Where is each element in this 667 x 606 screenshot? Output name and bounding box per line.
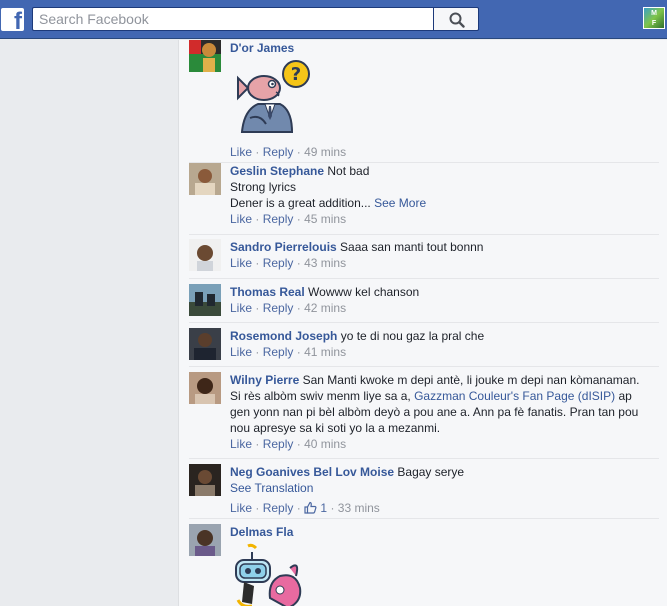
reply-link[interactable]: Reply (263, 301, 294, 315)
separator: · (255, 212, 260, 226)
search-button[interactable] (433, 7, 479, 31)
avatar[interactable] (189, 524, 221, 556)
left-rail (0, 40, 178, 606)
reply-link[interactable]: Reply (263, 212, 294, 226)
comment-text-line: gen yonn nan pi bèl albòm deyò a pou ane… (230, 405, 639, 419)
comment-text: Bagay serye (397, 465, 465, 479)
reply-link[interactable]: Reply (263, 345, 294, 359)
timestamp[interactable]: · 43 mins (297, 256, 346, 270)
divider (189, 518, 659, 519)
comment-author[interactable]: Neg Goanives Bel Lov Moise (230, 465, 394, 479)
comment-text-line: Wilny Pierre San Manti kwoke m depi antè… (230, 372, 655, 388)
comment-actions: Like · Reply · 42 mins (230, 300, 655, 316)
reply-link[interactable]: Reply (263, 145, 294, 159)
comment-text: yo te di nou gaz la pral che (340, 329, 485, 343)
comments-feed: D'or James ? Like · Reply · 49 mins Gesl… (178, 40, 667, 606)
avatar[interactable] (189, 163, 221, 195)
comment-author[interactable]: D'or James (230, 41, 294, 55)
like-link[interactable]: Like (230, 345, 252, 359)
separator: · (255, 256, 260, 270)
svg-text:?: ? (291, 64, 301, 85)
avatar[interactable] (189, 464, 221, 496)
comment-actions: Like · Reply · 40 mins (230, 436, 655, 452)
comment-text: Saaa san manti tout bonnn (340, 240, 484, 254)
separator: · (255, 145, 260, 159)
profile-badge-line1: M (651, 10, 657, 17)
avatar[interactable] (189, 328, 221, 360)
timestamp[interactable]: · 42 mins (297, 301, 346, 315)
search-icon (449, 12, 465, 28)
like-link[interactable]: Like (230, 256, 252, 270)
timestamp[interactable]: · 40 mins (297, 437, 346, 451)
separator: · (255, 437, 260, 451)
timestamp[interactable]: · 49 mins (297, 145, 346, 159)
timestamp[interactable]: · 45 mins (297, 212, 346, 226)
comment-text: Dener is a great addition... (230, 196, 371, 210)
comment-author[interactable]: Geslin Stephane (230, 164, 324, 178)
comment-actions: Like · Reply · 43 mins (230, 255, 655, 271)
comment-author[interactable]: Delmas Fla (230, 525, 293, 539)
divider (189, 278, 659, 279)
divider (189, 366, 659, 367)
see-translation-link[interactable]: See Translation (230, 481, 313, 495)
separator: · (255, 345, 260, 359)
timestamp[interactable]: · 33 mins (330, 501, 379, 515)
comment-text-line: Neg Goanives Bel Lov Moise Bagay serye (230, 464, 655, 480)
diver-bird-sticker (230, 542, 655, 606)
profile-thumbnail[interactable]: M F (643, 7, 665, 29)
comment-text-line: Thomas Real Wowww kel chanson (230, 284, 655, 300)
comment-text-line: Geslin Stephane Not bad (230, 163, 655, 179)
like-link[interactable]: Like (230, 301, 252, 315)
comment-text: Si rès albòm swiv menm liye sa a, (230, 389, 411, 403)
comment-actions: Like · Reply · 1 · 33 mins (230, 500, 655, 516)
comment-text-line: Rosemond Joseph yo te di nou gaz la pral… (230, 328, 655, 344)
comment-actions: Like · Reply · 49 mins (230, 144, 655, 160)
divider (189, 458, 659, 459)
search-input[interactable] (32, 7, 433, 31)
separator: · (255, 501, 260, 515)
separator: · (296, 501, 301, 515)
comment-text-line: See Translation (230, 480, 655, 496)
thumbs-up-icon (304, 501, 317, 514)
likes-count[interactable]: 1 (320, 501, 327, 515)
timestamp[interactable]: · 41 mins (297, 345, 346, 359)
comment-actions: Like · Reply · 45 mins (230, 211, 655, 227)
comment-text-line: Si rès albòm swiv menm liye sa a, Gazzma… (230, 388, 655, 404)
comment-author[interactable]: Sandro Pierrelouis (230, 240, 337, 254)
like-link[interactable]: Like (230, 212, 252, 226)
comment-author[interactable]: Thomas Real (230, 285, 305, 299)
comment-text-line: Sandro Pierrelouis Saaa san manti tout b… (230, 239, 655, 255)
profile-badge-line2: F (651, 20, 657, 27)
comment-author[interactable]: Rosemond Joseph (230, 329, 337, 343)
top-navigation-bar: f M F (0, 0, 667, 39)
comment-text-line: nou apresye sa ki soti yo la a mezanmi. (230, 421, 441, 435)
separator: · (255, 301, 260, 315)
like-link[interactable]: Like (230, 437, 252, 451)
comment-text: San Manti kwoke m depi antè, li jouke m … (302, 373, 640, 387)
reply-link[interactable]: Reply (263, 256, 294, 270)
comment-text-line: Dener is a great addition... See More (230, 195, 655, 211)
comment-text: Not bad (327, 164, 370, 178)
avatar[interactable] (189, 284, 221, 316)
comment-actions: Like · Reply · 41 mins (230, 344, 655, 360)
facebook-logo-icon[interactable]: f (1, 8, 24, 34)
confused-fish-sticker: ? (230, 58, 655, 144)
avatar[interactable] (189, 372, 221, 404)
comment-text-line: Strong lyrics (230, 180, 297, 194)
avatar[interactable] (189, 40, 221, 72)
divider (189, 234, 659, 235)
like-link[interactable]: Like (230, 501, 252, 515)
like-link[interactable]: Like (230, 145, 252, 159)
comment-author[interactable]: Wilny Pierre (230, 373, 299, 387)
avatar[interactable] (189, 239, 221, 271)
divider (189, 322, 659, 323)
page-mention-link[interactable]: Gazzman Couleur's Fan Page (dISIP) (414, 389, 615, 403)
comment-text: ap (618, 389, 632, 403)
reply-link[interactable]: Reply (263, 501, 294, 515)
reply-link[interactable]: Reply (263, 437, 294, 451)
see-more-link[interactable]: See More (374, 196, 426, 210)
comment-text: Wowww kel chanson (308, 285, 420, 299)
